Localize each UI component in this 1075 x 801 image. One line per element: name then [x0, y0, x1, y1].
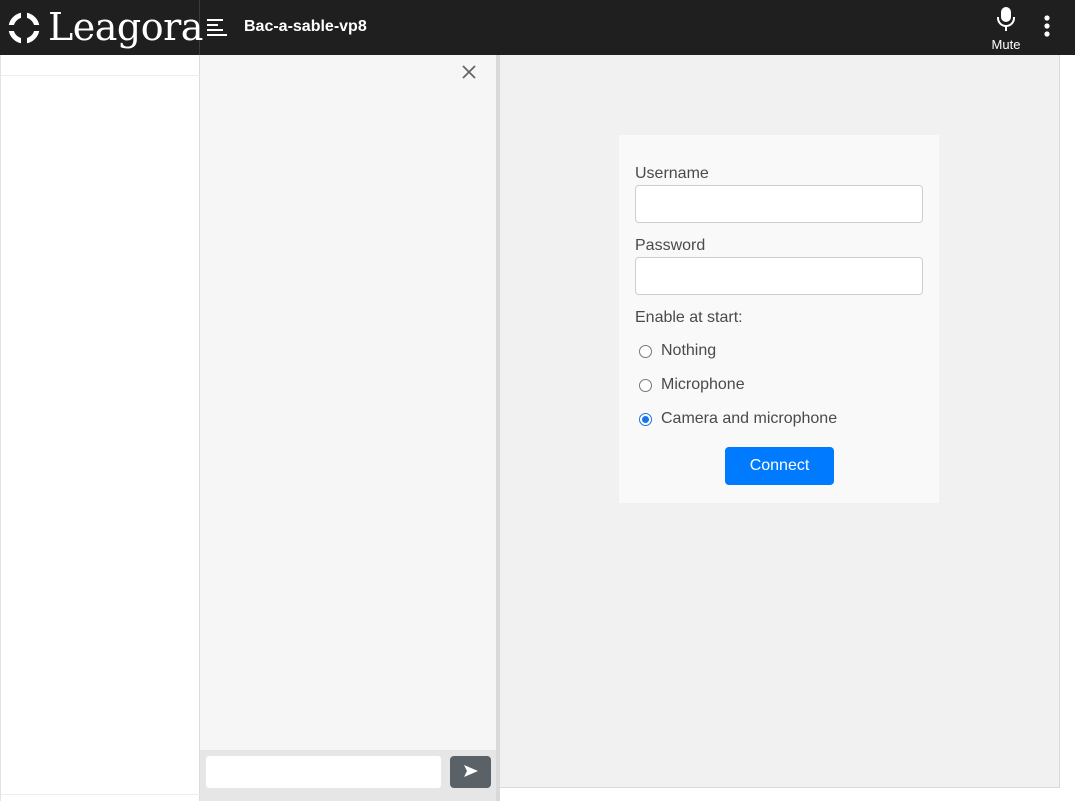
mute-label: Mute	[991, 37, 1021, 52]
radio-label: Microphone	[661, 376, 745, 393]
enable-at-start-label: Enable at start:	[635, 309, 743, 326]
radio-circle[interactable]	[639, 378, 652, 392]
password-input[interactable]	[635, 257, 923, 295]
connect-button[interactable]: Connect	[725, 447, 834, 485]
radio-camera-and-microphone[interactable]: Camera and microphone	[639, 409, 837, 429]
users-footer-divider	[1, 794, 200, 795]
username-label: Username	[635, 165, 709, 182]
password-label: Password	[635, 237, 706, 254]
users-sidebar	[0, 55, 200, 801]
chat-input[interactable]	[205, 755, 442, 789]
top-bar: Leagora Bac-a-sable-vp8 Mute	[0, 0, 1075, 55]
vertical-dots-icon[interactable]	[1038, 12, 1056, 42]
send-arrow-icon	[463, 764, 479, 781]
mute-button[interactable]: Mute	[984, 6, 1028, 52]
radio-label: Camera and microphone	[661, 410, 838, 427]
brand-logo[interactable]: Leagora	[0, 0, 203, 55]
microphone-icon	[995, 6, 1017, 37]
radio-label: Nothing	[661, 342, 717, 359]
close-icon[interactable]	[460, 63, 478, 81]
username-input[interactable]	[635, 185, 923, 223]
radio-circle[interactable]	[639, 412, 652, 426]
login-form: Username Password Enable at start: Nothi…	[619, 135, 939, 503]
users-divider	[1, 75, 200, 76]
radio-microphone[interactable]: Microphone	[639, 375, 745, 395]
room-title: Bac-a-sable-vp8	[244, 18, 367, 35]
hamburger-menu-icon[interactable]	[206, 16, 228, 38]
chat-footer	[200, 750, 496, 801]
brand-name: Leagora	[48, 4, 203, 49]
chat-panel	[200, 55, 496, 801]
send-button[interactable]	[450, 756, 491, 788]
radio-circle[interactable]	[639, 344, 652, 358]
radio-nothing[interactable]: Nothing	[639, 341, 716, 361]
leagora-logo-icon	[8, 11, 40, 44]
